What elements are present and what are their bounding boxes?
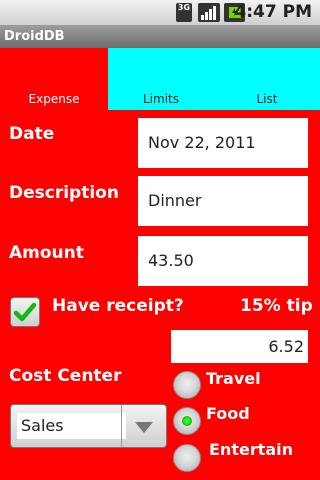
tab-expense[interactable]: Expense [0,48,108,110]
tab-expense-label: Expense [28,92,80,106]
cost-center-value: Sales [17,413,126,439]
tab-bar: Expense Limits List [0,48,320,110]
clock-time: 4:47 PM [234,2,312,22]
description-field[interactable]: Dinner [138,176,308,226]
tip-label: 15% tip [240,296,313,316]
tip-field[interactable]: 6.52 [171,330,308,363]
chevron-down-icon [135,422,153,433]
amount-field[interactable]: 43.50 [138,236,308,286]
cost-center-label: Cost Center [9,366,122,386]
tab-list-label: List [256,92,278,106]
date-label: Date [9,124,55,144]
app-title: DroidDB [4,29,65,44]
description-label: Description [9,183,119,203]
radio-travel-label: Travel [206,369,261,388]
radio-entertain-label: Entertain [209,440,294,459]
status-bar: 3G 4:47 PM [0,0,320,26]
cost-center-spinner[interactable]: Sales [10,404,167,448]
radio-food-label: Food [206,404,250,423]
receipt-checkbox[interactable] [10,297,40,327]
tab-limits[interactable]: Limits [108,48,214,110]
tab-list[interactable]: List [214,48,320,110]
radio-selected-dot [182,416,192,426]
tab-limits-label: Limits [143,92,179,106]
network-3g-icon: 3G [176,3,192,22]
signal-icon [198,3,220,22]
amount-label: Amount [9,243,84,263]
receipt-label: Have receipt? [52,296,184,316]
radio-food[interactable] [173,407,201,435]
dropdown-button[interactable] [121,405,166,447]
checkmark-icon [13,302,37,322]
radio-travel[interactable] [173,371,201,399]
app-title-bar: DroidDB [0,26,320,48]
radio-entertain[interactable] [173,444,201,472]
date-field[interactable]: Nov 22, 2011 [138,118,308,168]
